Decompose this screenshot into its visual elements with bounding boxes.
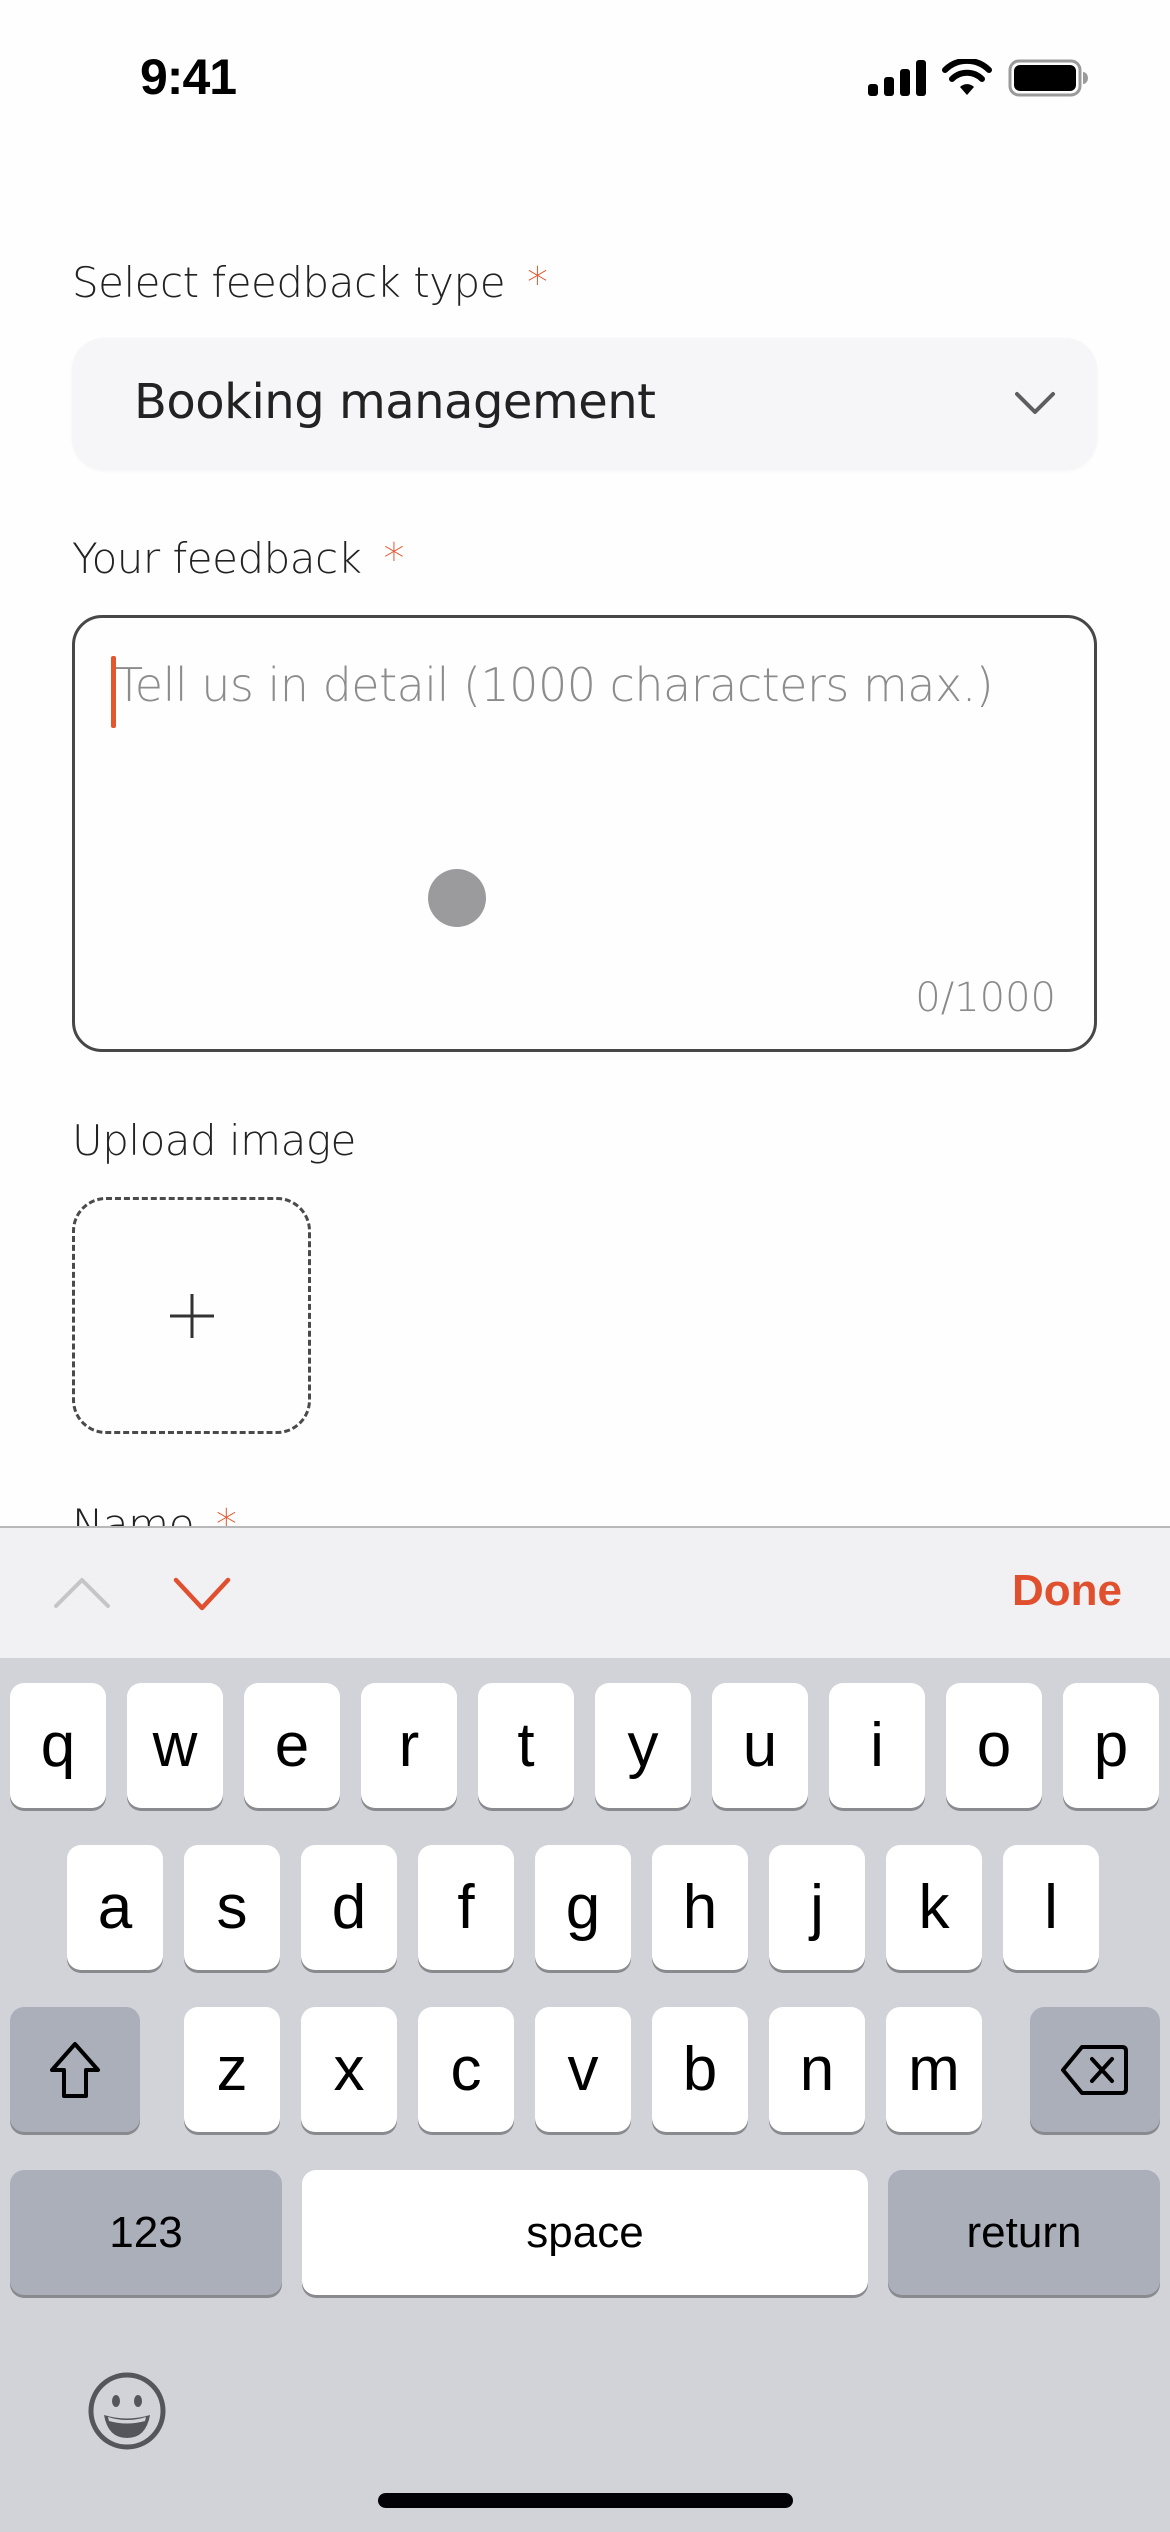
feedback-type-label: Select feedback type * xyxy=(72,258,548,307)
key-n[interactable]: n xyxy=(769,2007,865,2132)
plus-icon xyxy=(169,1293,214,1338)
battery-icon xyxy=(1008,59,1088,97)
key-a[interactable]: a xyxy=(67,1845,163,1970)
key-f[interactable]: f xyxy=(418,1845,514,1970)
key-s[interactable]: s xyxy=(184,1845,280,1970)
chevron-down-icon[interactable] xyxy=(172,1576,232,1612)
key-l[interactable]: l xyxy=(1003,1845,1099,1970)
delete-key[interactable] xyxy=(1030,2007,1160,2132)
key-d[interactable]: d xyxy=(301,1845,397,1970)
feedback-type-label-text: Select feedback type xyxy=(72,258,506,307)
space-key[interactable]: space xyxy=(302,2170,868,2295)
cellular-signal-icon xyxy=(868,60,926,96)
key-e[interactable]: e xyxy=(244,1683,340,1808)
home-indicator xyxy=(378,2493,793,2508)
delete-icon xyxy=(1061,2044,1128,2095)
key-v[interactable]: v xyxy=(535,2007,631,2132)
key-o[interactable]: o xyxy=(946,1683,1042,1808)
touch-indicator xyxy=(428,869,486,927)
key-z[interactable]: z xyxy=(184,2007,280,2132)
chevron-down-icon xyxy=(1015,392,1055,414)
key-x[interactable]: x xyxy=(301,2007,397,2132)
shift-key[interactable] xyxy=(10,2007,140,2132)
return-key[interactable]: return xyxy=(888,2170,1160,2295)
key-q[interactable]: q xyxy=(10,1683,106,1808)
key-i[interactable]: i xyxy=(829,1683,925,1808)
shift-icon xyxy=(50,2041,100,2098)
key-w[interactable]: w xyxy=(127,1683,223,1808)
key-k[interactable]: k xyxy=(886,1845,982,1970)
key-m[interactable]: m xyxy=(886,2007,982,2132)
key-u[interactable]: u xyxy=(712,1683,808,1808)
key-b[interactable]: b xyxy=(652,2007,748,2132)
key-h[interactable]: h xyxy=(652,1845,748,1970)
feedback-placeholder: Tell us in detail (1000 characters max.) xyxy=(115,658,994,712)
key-g[interactable]: g xyxy=(535,1845,631,1970)
key-y[interactable]: y xyxy=(595,1683,691,1808)
status-bar: 9:41 xyxy=(0,0,1170,150)
upload-image-label: Upload image xyxy=(72,1116,356,1165)
feedback-label: Your feedback * xyxy=(72,534,404,583)
feedback-textarea[interactable]: Tell us in detail (1000 characters max.)… xyxy=(72,615,1097,1052)
chevron-up-icon[interactable] xyxy=(52,1576,112,1610)
feedback-type-dropdown[interactable]: Booking management xyxy=(72,338,1097,470)
feedback-type-value: Booking management xyxy=(134,374,656,430)
keyboard-toolbar: Done xyxy=(0,1526,1170,1658)
status-time: 9:41 xyxy=(140,49,237,105)
character-counter: 0/1000 xyxy=(915,975,1056,1021)
required-mark: * xyxy=(383,534,404,583)
upload-image-button[interactable] xyxy=(72,1197,311,1434)
key-t[interactable]: t xyxy=(478,1683,574,1808)
key-r[interactable]: r xyxy=(361,1683,457,1808)
feedback-label-text: Your feedback xyxy=(72,534,362,583)
numbers-key[interactable]: 123 xyxy=(10,2170,282,2295)
key-p[interactable]: p xyxy=(1063,1683,1159,1808)
wifi-icon xyxy=(942,59,992,95)
key-j[interactable]: j xyxy=(769,1845,865,1970)
emoji-icon[interactable] xyxy=(86,2370,168,2452)
status-icons xyxy=(868,58,1090,98)
key-c[interactable]: c xyxy=(418,2007,514,2132)
done-button[interactable]: Done xyxy=(1012,1566,1122,1616)
keyboard: qwertyuiop asdfghjkl zxcvbnm 123 space r… xyxy=(0,1658,1170,2532)
required-mark: * xyxy=(527,258,548,307)
